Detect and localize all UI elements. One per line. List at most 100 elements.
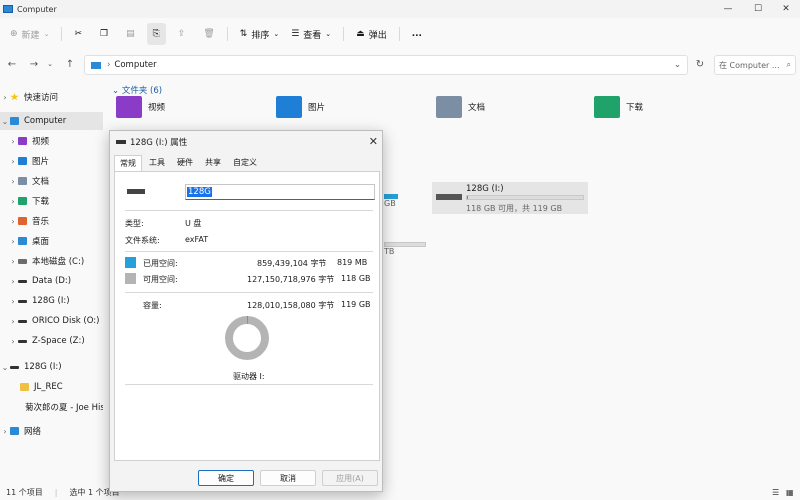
folder-tile-downloads[interactable]: 下载 xyxy=(594,96,643,118)
address-bar[interactable]: › Computer ⌄ xyxy=(84,55,688,75)
tiles-view-icon[interactable]: ▦ xyxy=(786,488,794,497)
sidebar-item-data-d[interactable]: › Data (D:) xyxy=(0,272,103,290)
drive-icon xyxy=(18,279,27,283)
tab-customize[interactable]: 自定义 xyxy=(228,155,262,171)
sort-label: 排序 xyxy=(251,30,270,41)
sidebar-item-128g-root[interactable]: ⌄ 128G (I:) xyxy=(0,358,103,376)
chevron-right-icon[interactable]: › xyxy=(8,317,18,326)
delete-button[interactable]: 🗑 xyxy=(197,23,220,45)
sidebar-item-label: 下载 xyxy=(32,197,50,207)
chevron-down-icon: ⌄ xyxy=(112,86,120,96)
dialog-title-bar: 128G (I:) 属性 ✕ xyxy=(110,131,384,153)
sidebar-item-videos[interactable]: › 视频 xyxy=(0,132,103,150)
used-space-bytes: 859,439,104 字节 xyxy=(257,259,327,268)
documents-folder-icon xyxy=(436,96,462,118)
close-window-button[interactable]: ✕ xyxy=(771,0,800,18)
dialog-tabs: 常规 工具 硬件 共享 自定义 xyxy=(114,155,264,171)
back-button[interactable]: ← xyxy=(4,56,20,72)
chevron-right-icon[interactable]: › xyxy=(0,427,10,436)
tab-general[interactable]: 常规 xyxy=(114,155,142,171)
sidebar-item-network[interactable]: › 网络 xyxy=(0,422,103,440)
sidebar-item-documents[interactable]: › 文档 xyxy=(0,172,103,190)
cancel-button[interactable]: 取消 xyxy=(260,470,316,486)
up-button[interactable]: ↑ xyxy=(62,56,78,72)
chevron-right-icon[interactable]: › xyxy=(8,217,18,226)
more-options-button[interactable]: ... xyxy=(406,23,428,45)
maximize-button[interactable]: ☐ xyxy=(743,0,773,18)
sidebar-item-local-disk-c[interactable]: › 本地磁盘 (C:) xyxy=(0,252,103,270)
sidebar-item-downloads[interactable]: › 下载 xyxy=(0,192,103,210)
folder-tile-videos[interactable]: 视频 xyxy=(116,96,165,118)
sidebar-item-desktop[interactable]: › 桌面 xyxy=(0,232,103,250)
drive-icon xyxy=(18,258,27,264)
view-button[interactable]: ☰ 查看 ⌄ xyxy=(285,23,337,45)
chevron-right-icon[interactable]: › xyxy=(8,257,18,266)
folder-tile-pictures[interactable]: 图片 xyxy=(276,96,325,118)
sidebar-item-joe-hisaishi-folder[interactable]: 菊次郎の夏 - Joe His xyxy=(0,398,103,416)
general-tab-panel: 128G 类型: U 盘 文件系统: exFAT 已用空间: 859,439,1… xyxy=(114,171,380,461)
copy-button[interactable]: ❐ xyxy=(94,23,114,45)
folder-tile-documents[interactable]: 文档 xyxy=(436,96,485,118)
drive-tile-partial[interactable]: GB xyxy=(384,194,414,212)
recent-dropdown[interactable]: ⌄ xyxy=(42,56,58,72)
ok-button[interactable]: 确定 xyxy=(198,470,254,486)
sidebar-item-label: 桌面 xyxy=(32,237,50,247)
new-button[interactable]: ⊕ 新建 ⌄ xyxy=(4,23,55,45)
sidebar-item-quick-access[interactable]: › 快速访问 xyxy=(0,88,103,106)
tab-tools[interactable]: 工具 xyxy=(144,155,170,171)
sidebar-item-z-space[interactable]: › Z-Space (Z:) xyxy=(0,332,103,350)
sort-button[interactable]: ⇅ 排序 ⌄ xyxy=(234,23,285,45)
chevron-right-icon[interactable]: › xyxy=(8,197,18,206)
chevron-right-icon[interactable]: › xyxy=(8,157,18,166)
divider xyxy=(125,251,373,252)
chevron-down-icon[interactable]: ⌄ xyxy=(0,117,10,126)
share-button[interactable]: ⇪ xyxy=(172,23,192,45)
paste-button[interactable]: ▤ xyxy=(120,23,141,45)
chevron-right-icon[interactable]: › xyxy=(8,297,18,306)
divider xyxy=(125,210,373,211)
folders-group-header[interactable]: ⌄ 文件夹 (6) xyxy=(112,84,162,96)
volume-name-field[interactable]: 128G xyxy=(185,184,375,200)
command-bar: ⊕ 新建 ⌄ ✂ ❐ ▤ ⎘ ⇪ 🗑 ⇅ 排序 ⌄ ☰ 查看 ⌄ ⏏ 弹出 ..… xyxy=(0,22,800,46)
details-view-icon[interactable]: ☰ xyxy=(772,488,779,497)
sidebar-item-music[interactable]: › 音乐 xyxy=(0,212,103,230)
video-folder-icon xyxy=(18,137,27,145)
chevron-down-icon[interactable]: ⌄ xyxy=(0,363,10,372)
rename-button[interactable]: ⎘ xyxy=(146,23,166,45)
drive-tile-partial-2[interactable]: TB xyxy=(384,242,426,262)
refresh-button[interactable]: ↻ xyxy=(692,56,708,72)
downloads-folder-icon xyxy=(594,96,620,118)
chevron-right-icon: › xyxy=(107,60,111,70)
sidebar-item-128g-i[interactable]: › 128G (I:) xyxy=(0,292,103,310)
sidebar-item-computer[interactable]: ⌄ Computer xyxy=(0,112,103,130)
network-icon xyxy=(10,427,19,435)
sidebar-item-jl-rec[interactable]: JL_REC xyxy=(0,378,103,396)
tab-hardware[interactable]: 硬件 xyxy=(172,155,198,171)
divider xyxy=(226,27,228,41)
chevron-right-icon[interactable]: › xyxy=(8,337,18,346)
eject-button[interactable]: ⏏ 弹出 xyxy=(350,23,393,45)
close-icon[interactable]: ✕ xyxy=(369,135,378,148)
more-label: ... xyxy=(411,29,422,39)
drive-name: 128G (I:) xyxy=(466,184,504,194)
sidebar-item-label: 菊次郎の夏 - Joe His xyxy=(25,403,103,413)
tab-sharing[interactable]: 共享 xyxy=(200,155,226,171)
chevron-right-icon[interactable]: › xyxy=(8,177,18,186)
chevron-right-icon[interactable]: › xyxy=(8,137,18,146)
sidebar-item-orico-disk-o[interactable]: › ORICO Disk (O:) xyxy=(0,312,103,330)
minimize-button[interactable]: — xyxy=(713,0,743,18)
cut-button[interactable]: ✂ xyxy=(68,23,88,45)
chevron-right-icon[interactable]: › xyxy=(8,277,18,286)
divider xyxy=(398,27,400,41)
forward-button[interactable]: → xyxy=(26,56,42,72)
drive-tile-128g-i[interactable]: 128G (I:) 118 GB 可用，共 119 GB xyxy=(432,182,588,214)
address-dropdown-icon[interactable]: ⌄ xyxy=(674,60,681,70)
volume-name-value: 128G xyxy=(187,187,212,197)
chevron-right-icon[interactable]: › xyxy=(0,93,10,102)
search-input[interactable]: 在 Computer ... ⌕ xyxy=(714,55,796,75)
chevron-right-icon[interactable]: › xyxy=(8,237,18,246)
apply-button[interactable]: 应用(A) xyxy=(322,470,378,486)
plus-circle-icon: ⊕ xyxy=(10,29,18,39)
sidebar-item-pictures[interactable]: › 图片 xyxy=(0,152,103,170)
filesystem-label: 文件系统: xyxy=(125,236,160,245)
